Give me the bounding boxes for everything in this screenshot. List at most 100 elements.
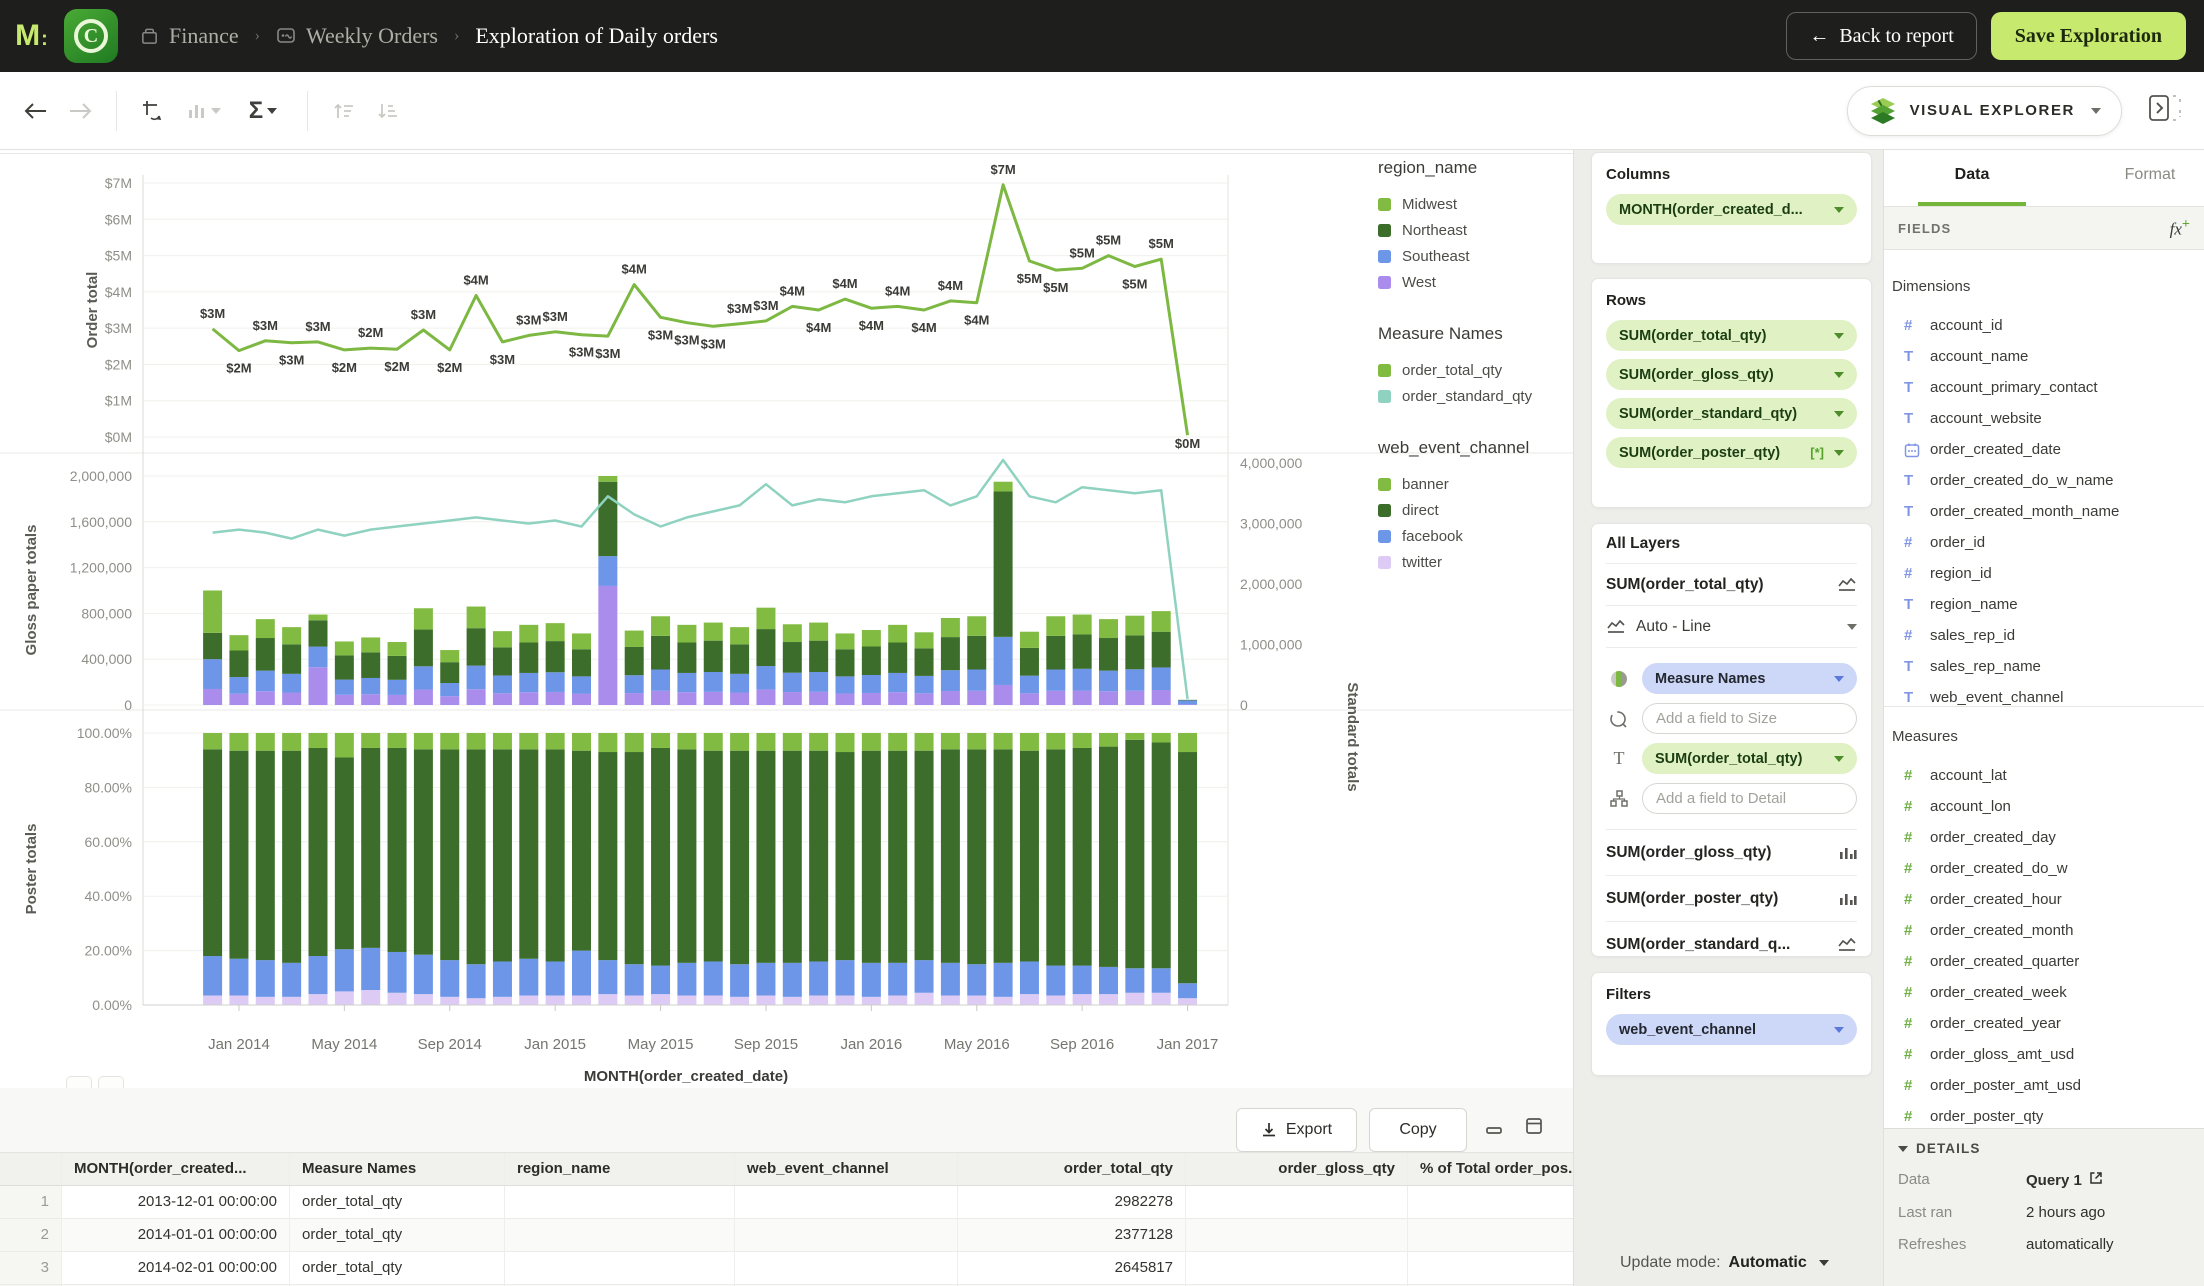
breadcrumb-report[interactable]: Weekly Orders (306, 23, 438, 49)
tab-format[interactable]: Format (2096, 150, 2204, 206)
field-account_name[interactable]: Taccount_name (1884, 341, 2204, 372)
mode-switcher-dropdown[interactable]: VISUAL EXPLORER (1847, 86, 2122, 136)
number-field-icon: # (1904, 317, 1930, 334)
marks-layer-total-qty[interactable]: SUM(order_total_qty) (1606, 576, 1837, 594)
poster-bar-segment (994, 997, 1013, 1005)
table-header-cell[interactable]: order_total_qty (958, 1153, 1186, 1185)
poster-bar-segment (572, 995, 591, 1005)
shelf-pill-SUMorder_gloss_qty[interactable]: SUM(order_gloss_qty) (1606, 359, 1857, 390)
table-header-cell[interactable]: Measure Names (290, 1153, 505, 1185)
table-header-cell[interactable]: order_gloss_qty (1186, 1153, 1408, 1185)
table-header-cell[interactable] (0, 1153, 62, 1185)
gloss-bar-segment (203, 689, 222, 705)
gloss-bar-segment (1073, 669, 1092, 691)
field-order_created_month[interactable]: #order_created_month (1884, 915, 2204, 946)
shelf-pill-SUMorder_standard_qty[interactable]: SUM(order_standard_qty) (1606, 398, 1857, 429)
table-header-cell[interactable]: region_name (505, 1153, 735, 1185)
shelf-pill-SUMorder_total_qty[interactable]: SUM(order_total_qty) (1606, 320, 1857, 351)
field-order_created_week[interactable]: #order_created_week (1884, 977, 2204, 1008)
size-drop-target[interactable]: Add a field to Size (1642, 703, 1857, 734)
mark-type-dropdown[interactable]: Auto - Line (1606, 606, 1857, 648)
marks-layer-gloss-qty[interactable]: SUM(order_gloss_qty) (1606, 844, 1839, 862)
shelf-pill-SUMorder_poster_qty[interactable]: SUM(order_poster_qty)[*] (1606, 437, 1857, 468)
legend-item-banner[interactable]: banner (1378, 471, 1566, 497)
field-order_created_year[interactable]: #order_created_year (1884, 1008, 2204, 1039)
workspace-logo-icon[interactable]: C (64, 9, 118, 63)
sort-ascending-button[interactable] (322, 89, 366, 133)
legend-item-Midwest[interactable]: Midwest (1378, 191, 1566, 217)
number-field-icon: # (1904, 829, 1930, 846)
table-header-cell[interactable]: % of Total order_pos... (1408, 1153, 1573, 1185)
gloss-bar-segment (625, 647, 644, 675)
field-order_created_day[interactable]: #order_created_day (1884, 822, 2204, 853)
field-region_id[interactable]: #region_id (1884, 558, 2204, 589)
marks-layer-poster-qty[interactable]: SUM(order_poster_qty) (1606, 890, 1839, 908)
save-exploration-button[interactable]: Save Exploration (1991, 12, 2186, 60)
table-header-cell[interactable]: web_event_channel (735, 1153, 958, 1185)
copy-button[interactable]: Copy (1369, 1108, 1467, 1152)
field-order_gloss_amt_usd[interactable]: #order_gloss_amt_usd (1884, 1039, 2204, 1070)
field-order_created_do_w[interactable]: #order_created_do_w (1884, 853, 2204, 884)
legend-item-Northeast[interactable]: Northeast (1378, 217, 1566, 243)
legend-item-facebook[interactable]: facebook (1378, 523, 1566, 549)
color-pill-measure-names[interactable]: Measure Names (1642, 663, 1857, 694)
all-layers-label[interactable]: All Layers (1606, 535, 1857, 553)
field-sales_rep_id[interactable]: #sales_rep_id (1884, 620, 2204, 651)
minimize-table-icon[interactable] (1484, 1122, 1504, 1143)
field-account_lon[interactable]: #account_lon (1884, 791, 2204, 822)
field-order_poster_qty[interactable]: #order_poster_qty (1884, 1101, 2204, 1128)
collection-icon (140, 27, 159, 46)
svg-text:$3M: $3M (543, 309, 568, 324)
field-order_poster_amt_usd[interactable]: #order_poster_amt_usd (1884, 1070, 2204, 1101)
export-button[interactable]: Export (1236, 1108, 1357, 1152)
chart-type-button[interactable] (175, 89, 233, 133)
table-row[interactable]: 22014-01-01 00:00:00order_total_qty23771… (0, 1219, 1573, 1252)
field-region_name[interactable]: Tregion_name (1884, 589, 2204, 620)
legend-item-order_total_qty[interactable]: order_total_qty (1378, 357, 1566, 383)
field-account_website[interactable]: Taccount_website (1884, 403, 2204, 434)
details-toggle[interactable]: DETAILS (1898, 1141, 2190, 1156)
poster-bar-segment (229, 733, 248, 751)
field-order_created_hour[interactable]: #order_created_hour (1884, 884, 2204, 915)
breadcrumb-collection[interactable]: Finance (169, 23, 239, 49)
details-value[interactable]: Query 1 (2026, 1171, 2103, 1189)
field-account_lat[interactable]: #account_lat (1884, 760, 2204, 791)
sort-descending-button[interactable] (366, 89, 410, 133)
table-row[interactable]: 32014-02-01 00:00:00order_total_qty26458… (0, 1252, 1573, 1285)
marks-layer-standard-qty[interactable]: SUM(order_standard_q... (1606, 936, 1837, 954)
undo-button[interactable] (14, 89, 58, 133)
field-sales_rep_name[interactable]: Tsales_rep_name (1884, 651, 2204, 682)
legend-item-order_standard_qty[interactable]: order_standard_qty (1378, 383, 1566, 409)
label-pill-order-total[interactable]: SUM(order_total_qty) (1642, 743, 1857, 774)
field-order_created_date[interactable]: order_created_date (1884, 434, 2204, 465)
shelf-pill-web_event_channel[interactable]: web_event_channel (1606, 1014, 1857, 1045)
mode-logo-icon[interactable]: M: (0, 19, 64, 53)
detail-drop-target[interactable]: Add a field to Detail (1642, 783, 1857, 814)
tab-data[interactable]: Data (1918, 150, 2026, 206)
field-order_id[interactable]: #order_id (1884, 527, 2204, 558)
update-mode-control[interactable]: Update mode: Automatic (1620, 1254, 1829, 1272)
legend-item-twitter[interactable]: twitter (1378, 549, 1566, 575)
legend-item-West[interactable]: West (1378, 269, 1566, 295)
back-to-report-button[interactable]: ←Back to report (1786, 12, 1976, 60)
maximize-table-icon[interactable] (1524, 1116, 1544, 1141)
redo-button[interactable] (58, 89, 102, 133)
charts-plot[interactable]: $0M$1M$2M$3M$4M$5M$6M$7MOrder total$3M$2… (0, 153, 1573, 1085)
poster-bar-segment (440, 997, 459, 1005)
field-order_created_quarter[interactable]: #order_created_quarter (1884, 946, 2204, 977)
table-row[interactable]: 12013-12-01 00:00:00order_total_qty29822… (0, 1186, 1573, 1219)
aggregate-button[interactable]: Σ (233, 89, 293, 133)
shelf-pill-MONTHorder_created_d[interactable]: MONTH(order_created_d... (1606, 194, 1857, 225)
gloss-bar-segment (229, 650, 248, 677)
field-order_created_month_name[interactable]: Torder_created_month_name (1884, 496, 2204, 527)
field-order_created_do_w_name[interactable]: Torder_created_do_w_name (1884, 465, 2204, 496)
table-header-cell[interactable]: MONTH(order_created... (62, 1153, 290, 1185)
field-web_event_channel[interactable]: Tweb_event_channel (1884, 682, 2204, 705)
add-calculated-field-button[interactable]: fx+ (2170, 216, 2190, 240)
collapse-panel-icon[interactable] (2148, 93, 2182, 128)
swap-axes-button[interactable] (131, 89, 175, 133)
field-account_id[interactable]: #account_id (1884, 310, 2204, 341)
legend-item-direct[interactable]: direct (1378, 497, 1566, 523)
legend-item-Southeast[interactable]: Southeast (1378, 243, 1566, 269)
field-account_primary_contact[interactable]: Taccount_primary_contact (1884, 372, 2204, 403)
